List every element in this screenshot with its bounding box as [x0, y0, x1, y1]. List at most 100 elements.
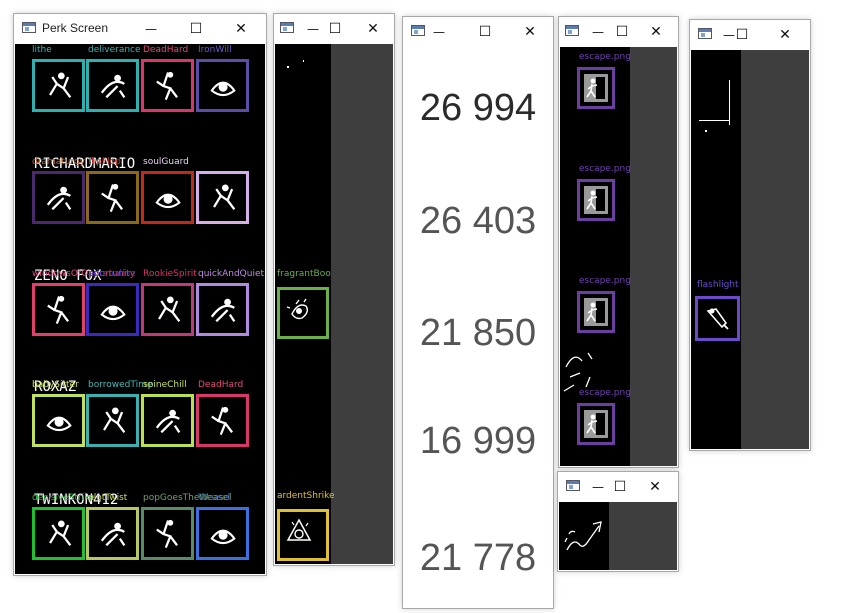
iron-will-icon — [210, 81, 236, 97]
perk-slot — [86, 394, 139, 447]
close-button[interactable]: ✕ — [644, 477, 666, 497]
perk-slot — [32, 59, 85, 112]
runner-icon — [47, 295, 69, 325]
flashlight-titlebar[interactable]: — ☐ ✕ — [690, 20, 810, 50]
dead-hard-icon — [156, 71, 178, 101]
perk-label: DeadHard — [143, 45, 189, 55]
close-button[interactable]: ✕ — [230, 19, 252, 39]
maximize-button[interactable]: ☐ — [609, 477, 631, 497]
maximize-button[interactable]: ☐ — [324, 19, 346, 39]
perk-slot — [32, 171, 85, 224]
flashlight-window: — ☐ ✕ flashlight — [689, 19, 811, 451]
decisive-strike-icon — [49, 520, 72, 547]
perk-label: plotTwist — [88, 493, 128, 503]
escape-window: — ☐ ✕ escape.png escape.png escape.png esca… — [558, 16, 679, 468]
crouch-icon — [210, 298, 236, 323]
perk-slot — [86, 59, 139, 112]
sprint-icon — [100, 74, 126, 99]
flashlight-slot — [695, 296, 740, 341]
maximize-button[interactable]: ☐ — [474, 22, 496, 42]
window-title: Perk Screen — [42, 21, 109, 35]
perk-label: DeadHard — [198, 380, 244, 390]
perk-slot — [141, 59, 194, 112]
exit-sign-icon — [584, 74, 608, 102]
perk-slot-ardent — [277, 509, 329, 561]
portrait-icon — [155, 193, 181, 209]
close-button[interactable]: ✕ — [362, 19, 384, 39]
perk-slot — [32, 507, 85, 560]
close-button[interactable]: ✕ — [519, 22, 541, 42]
crop-image-area: fragrantBoo ardentShrike — [275, 44, 335, 564]
maximize-button[interactable]: ☐ — [611, 22, 633, 42]
flashlight-label: flashlight — [697, 280, 739, 290]
soul-guard-icon — [213, 184, 236, 211]
perk-label: IronWill — [198, 45, 232, 55]
small-crop-canvas — [559, 502, 677, 570]
arrow-sketch-icon — [564, 521, 602, 551]
escape-canvas: escape.png escape.png escape.png escape.png — [560, 47, 677, 466]
app-icon — [698, 28, 712, 39]
perk-label: Weasel — [198, 493, 231, 503]
minimize-button[interactable]: — — [587, 22, 609, 42]
close-button[interactable]: ✕ — [645, 22, 667, 42]
perk-slot — [141, 507, 194, 560]
perk-label: RookieSpirit — [143, 269, 197, 279]
crop-window: — ☐ ✕ fragrantBoo ardentShrike — [273, 13, 395, 566]
app-icon — [565, 25, 579, 36]
noise-line — [729, 80, 730, 125]
minimize-button[interactable]: — — [140, 19, 162, 39]
perk-slot — [141, 394, 194, 447]
perk-label: quickAndQuiet — [198, 269, 265, 279]
perk-label: lithe — [32, 45, 52, 55]
escape-label: escape.png — [579, 52, 631, 62]
totem-icon — [156, 519, 178, 549]
spine-chill-icon — [155, 409, 181, 434]
score-value-5: 21 778 — [419, 537, 537, 579]
numbers-canvas: 26 994 26 403 21 850 16 999 21 778 — [404, 47, 552, 607]
perk-label: decisiveStrike — [32, 493, 95, 503]
numbers-titlebar[interactable]: — ☐ ✕ — [403, 17, 553, 47]
score-value-3: 21 850 — [419, 312, 537, 354]
minimize-button[interactable]: — — [587, 477, 609, 497]
exit-sign-icon — [584, 410, 608, 438]
app-icon — [411, 25, 425, 36]
noise-line — [699, 120, 729, 121]
perk-slot — [141, 283, 194, 336]
score-value-2: 26 403 — [419, 200, 537, 242]
weasel-icon — [210, 529, 236, 545]
perk-screen-window: Perk Screen — ☐ ✕ lithe deliverance DeadHa… — [13, 13, 267, 576]
explosion-icon — [46, 186, 72, 211]
minimize-button[interactable]: — — [428, 22, 450, 42]
perk-label: soulGuard — [143, 157, 189, 167]
maximize-button[interactable]: ☐ — [185, 19, 207, 39]
escape-titlebar[interactable]: — ☐ ✕ — [559, 17, 678, 47]
perk-slot — [32, 394, 85, 447]
perk-slot — [86, 507, 139, 560]
small-crop-titlebar[interactable]: — ☐ ✕ — [558, 472, 678, 502]
close-button[interactable]: ✕ — [774, 25, 796, 45]
face-icon — [101, 183, 123, 213]
perk-slot — [196, 507, 249, 560]
perk-slot — [86, 283, 139, 336]
escape-slot — [577, 179, 615, 221]
crop-titlebar[interactable]: — ☐ ✕ — [274, 14, 394, 44]
escape-image-area: escape.png escape.png escape.png escape.png — [560, 47, 631, 466]
noise-speck — [705, 130, 707, 132]
maximize-button[interactable]: ☐ — [731, 25, 753, 45]
app-icon — [280, 22, 294, 33]
perk-label: dramaturgy — [32, 157, 86, 167]
perk-slot — [196, 171, 249, 224]
small-crop-image — [559, 502, 609, 570]
flashlight-icon — [706, 308, 729, 330]
perk-slot — [141, 171, 194, 224]
noise-speck — [303, 60, 304, 62]
minimize-button[interactable]: — — [302, 19, 324, 39]
perk-slot — [86, 171, 139, 224]
noise-speck — [287, 66, 289, 68]
perk-screen-titlebar[interactable]: Perk Screen — ☐ ✕ — [14, 14, 266, 44]
perk-slot — [196, 59, 249, 112]
small-crop-window: — ☐ ✕ — [557, 471, 679, 572]
bond-icon — [46, 416, 72, 432]
perk-slot-fragrant — [277, 287, 329, 339]
perk-slot — [32, 283, 85, 336]
